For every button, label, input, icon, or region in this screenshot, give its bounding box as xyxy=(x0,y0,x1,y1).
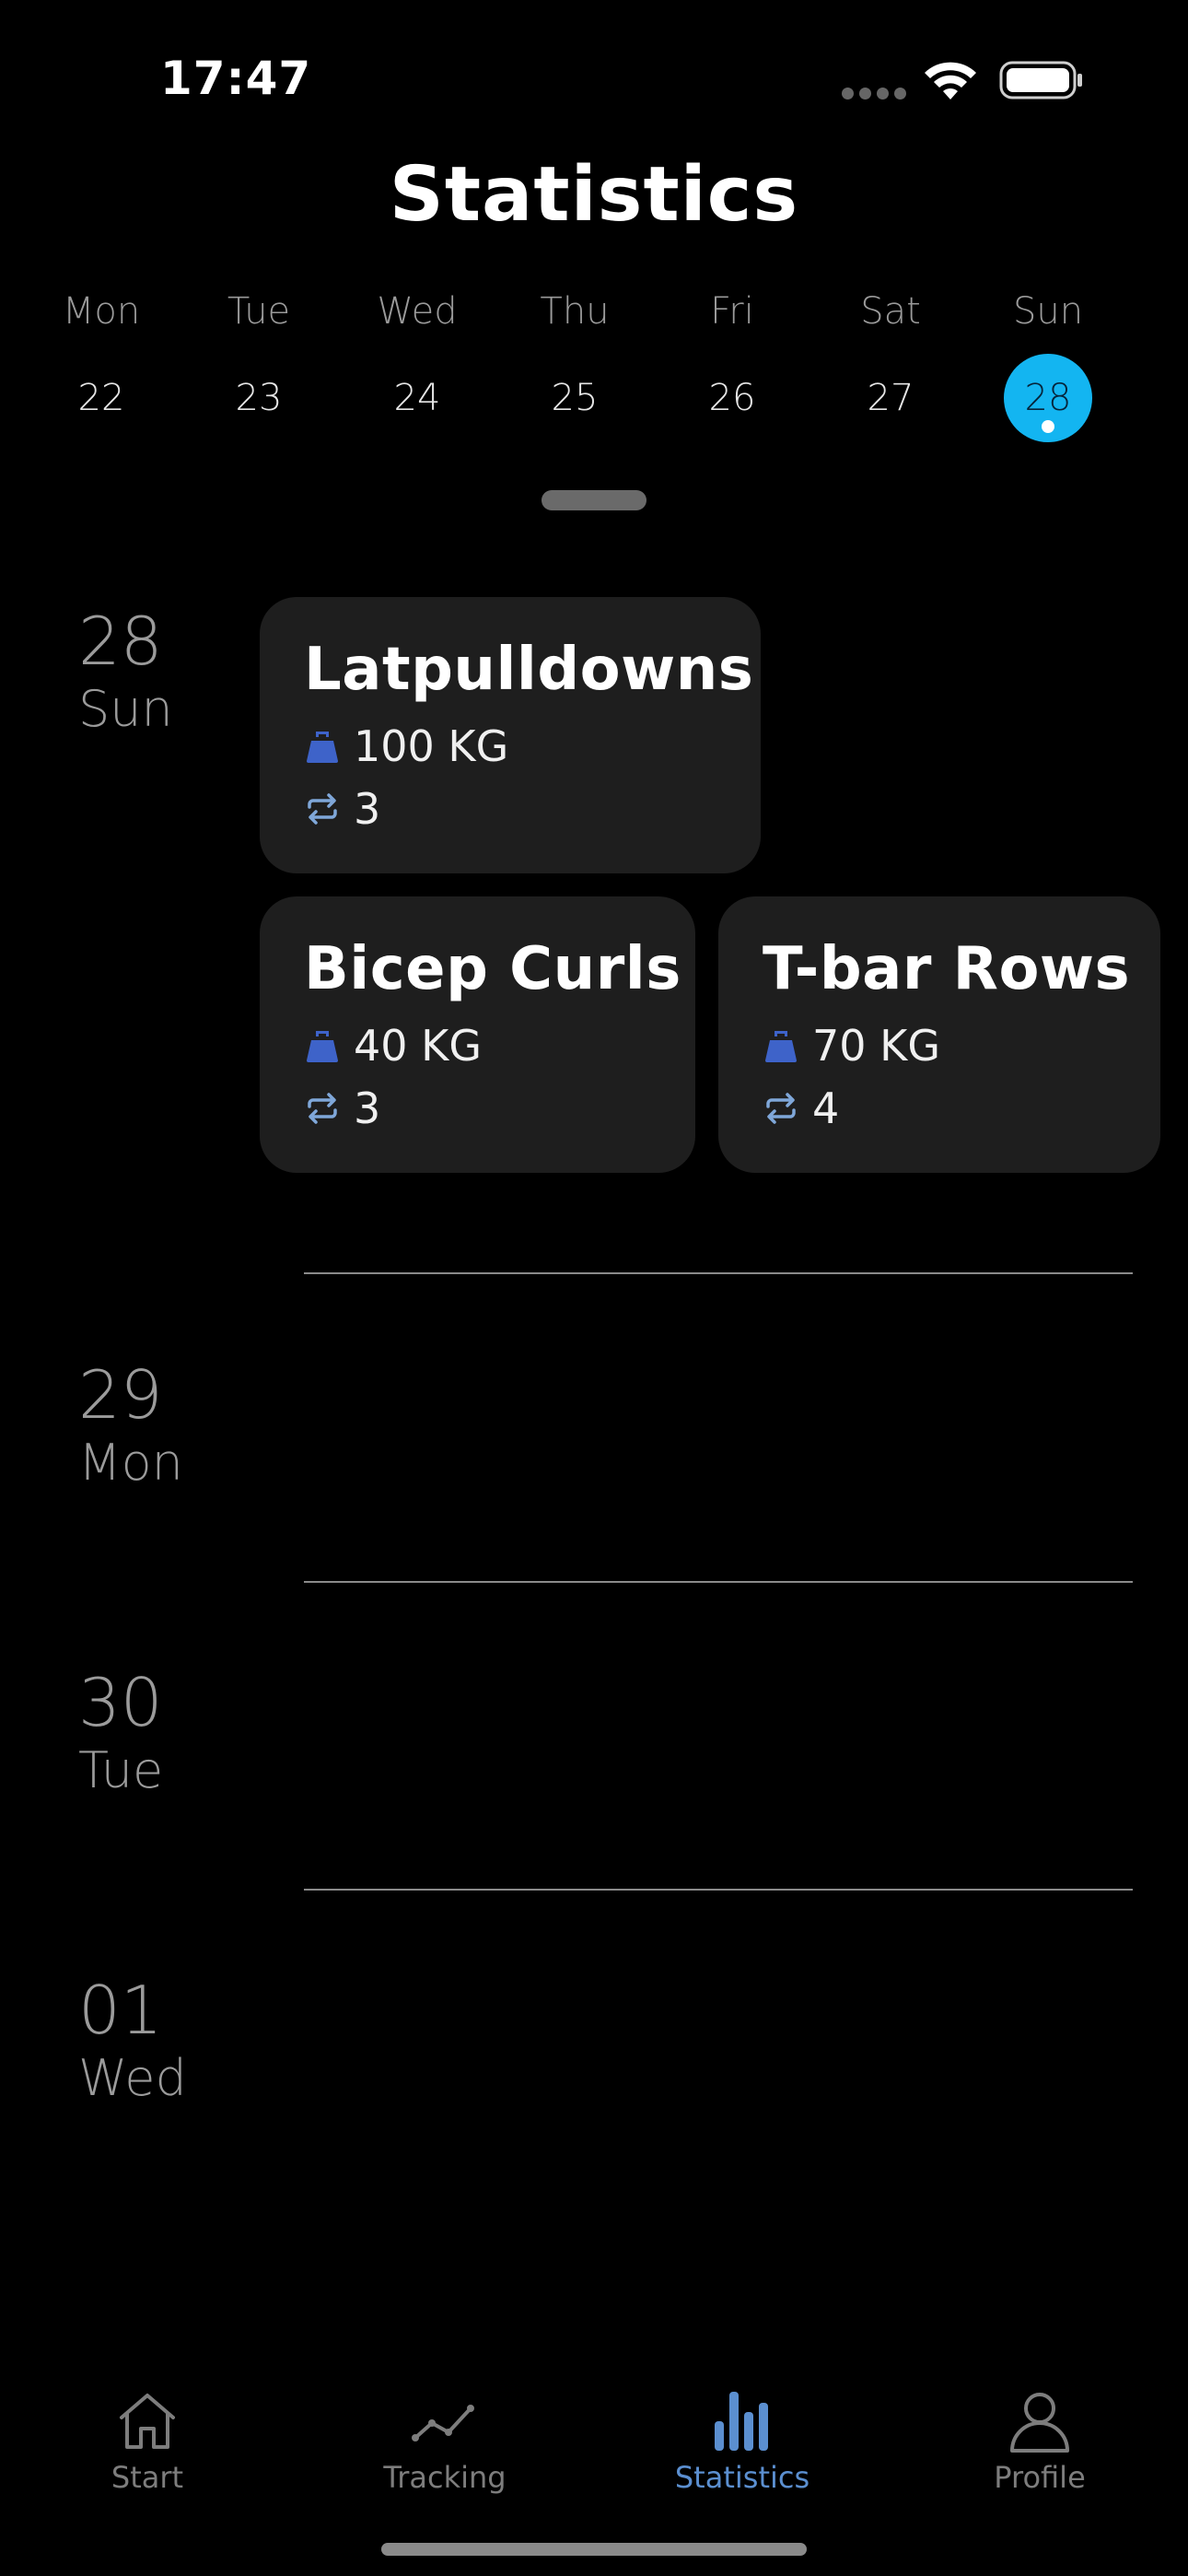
week-day-tue[interactable]: Tue 23 xyxy=(194,286,323,442)
weight-row: 40 KG xyxy=(304,1020,482,1071)
sets-row: 4 xyxy=(763,1083,839,1134)
cellular-signal-icon xyxy=(842,88,906,100)
week-day-number: 24 xyxy=(393,377,441,419)
battery-icon xyxy=(999,61,1082,100)
day-weekday: Sun xyxy=(78,680,173,738)
trend-line-icon xyxy=(412,2405,474,2441)
drag-handle[interactable] xyxy=(542,490,646,510)
sets-value: 3 xyxy=(354,1083,381,1133)
week-day-sun-selected[interactable]: Sun 28 xyxy=(984,286,1112,442)
week-day-sat[interactable]: Sat 27 xyxy=(826,286,955,442)
weight-value: 70 KG xyxy=(812,1021,940,1071)
bar-chart-icon xyxy=(715,2392,768,2451)
tab-tracking[interactable]: Tracking xyxy=(344,2386,546,2506)
week-day-name: Sat xyxy=(860,290,921,333)
week-day-name: Sun xyxy=(1012,290,1084,333)
repeat-icon xyxy=(766,1093,796,1124)
status-time: 17:47 xyxy=(160,52,312,105)
day-number: 28 xyxy=(78,603,163,680)
week-day-number: 27 xyxy=(867,377,914,419)
kettlebell-icon xyxy=(307,1031,338,1062)
day-weekday: Wed xyxy=(78,2049,187,2107)
week-day-fri[interactable]: Fri 26 xyxy=(668,286,797,442)
day-number: 29 xyxy=(78,1356,163,1434)
week-day-wed[interactable]: Wed 24 xyxy=(353,286,482,442)
week-day-number: 23 xyxy=(235,377,283,419)
exercise-card-t-bar-rows[interactable]: T-bar Rows 70 KG 4 xyxy=(718,896,1160,1173)
person-icon xyxy=(1010,2393,1069,2453)
sets-value: 3 xyxy=(354,784,381,834)
week-day-number: 22 xyxy=(77,377,125,419)
tab-label: Profile xyxy=(994,2460,1086,2495)
week-day-name: Tue xyxy=(227,290,291,333)
wifi-icon xyxy=(925,62,976,100)
page-title: Statistics xyxy=(389,151,799,239)
week-day-name: Wed xyxy=(377,290,458,333)
day-label-01: 01 Wed xyxy=(78,1972,187,2108)
tab-start[interactable]: Start xyxy=(46,2386,249,2506)
day-weekday: Mon xyxy=(78,1434,183,1492)
week-strip: Mon 22 Tue 23 Wed 24 Thu 25 Fri 26 Sat 2… xyxy=(37,286,1151,442)
week-day-thu[interactable]: Thu 25 xyxy=(510,286,639,442)
day-divider xyxy=(304,1581,1133,1583)
tab-label: Statistics xyxy=(674,2460,810,2495)
week-day-name: Thu xyxy=(540,290,610,333)
sets-row: 3 xyxy=(304,783,380,835)
kettlebell-icon xyxy=(765,1031,797,1062)
day-divider xyxy=(304,1272,1133,1274)
repeat-icon xyxy=(308,793,337,825)
exercise-card-bicep-curls[interactable]: Bicep Curls 40 KG 3 xyxy=(260,896,695,1173)
tab-label: Start xyxy=(111,2460,184,2495)
exercise-name: T-bar Rows xyxy=(763,935,1131,1003)
kettlebell-icon xyxy=(307,732,338,763)
week-day-number: 25 xyxy=(551,377,599,419)
weight-value: 40 KG xyxy=(354,1021,482,1071)
weight-row: 100 KG xyxy=(304,720,508,772)
house-icon xyxy=(120,2394,175,2449)
week-day-name: Mon xyxy=(62,290,141,333)
tab-label: Tracking xyxy=(383,2460,507,2495)
weight-value: 100 KG xyxy=(354,721,509,771)
day-label-30: 30 Tue xyxy=(78,1664,163,1800)
day-number: 30 xyxy=(78,1664,163,1741)
repeat-icon xyxy=(308,1093,337,1124)
day-divider xyxy=(304,1889,1133,1891)
sets-value: 4 xyxy=(812,1083,840,1133)
week-day-name: Fri xyxy=(710,290,754,333)
exercise-card-latpulldowns[interactable]: Latpulldowns 100 KG 3 xyxy=(260,597,761,873)
tab-statistics[interactable]: Statistics xyxy=(641,2386,844,2506)
exercise-name: Bicep Curls xyxy=(304,935,681,1003)
weight-row: 70 KG xyxy=(763,1020,940,1071)
week-day-mon[interactable]: Mon 22 xyxy=(37,286,166,442)
sets-row: 3 xyxy=(304,1083,380,1134)
day-label-29: 29 Mon xyxy=(78,1356,183,1493)
week-day-number: 26 xyxy=(708,377,756,419)
day-weekday: Tue xyxy=(78,1741,164,1799)
day-label-28: 28 Sun xyxy=(78,603,173,739)
home-indicator xyxy=(381,2543,807,2556)
tab-profile[interactable]: Profile xyxy=(938,2386,1141,2506)
activity-dot xyxy=(1042,420,1054,433)
exercise-name: Latpulldowns xyxy=(304,636,754,704)
day-number: 01 xyxy=(78,1972,163,2049)
